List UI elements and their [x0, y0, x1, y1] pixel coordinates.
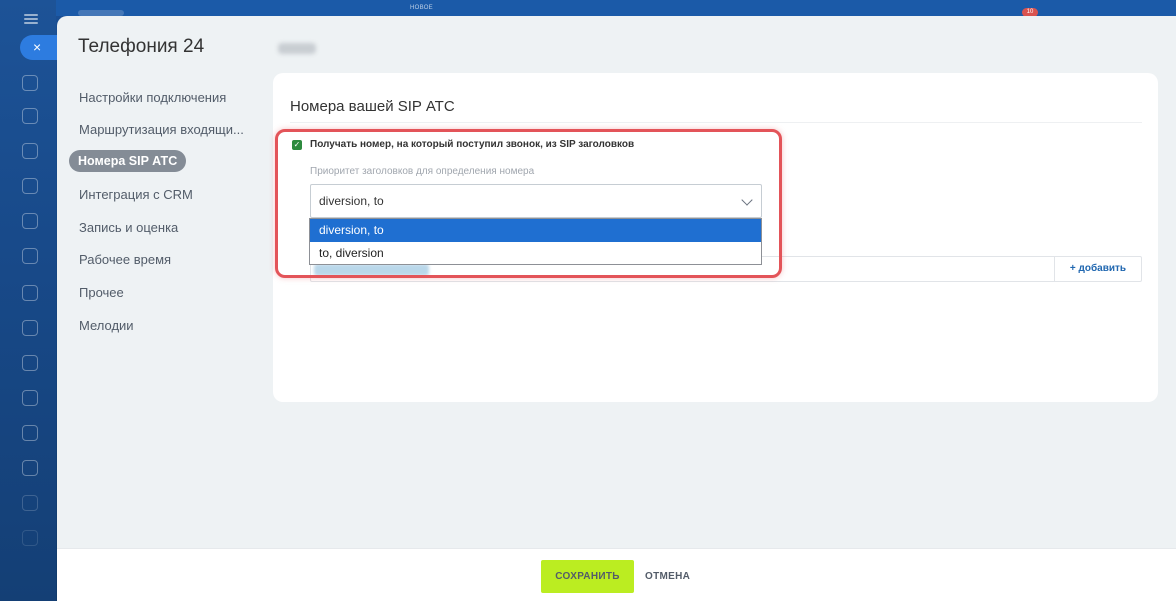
menu-item-connection-settings[interactable]: Настройки подключения	[69, 86, 236, 109]
blurred-subtitle	[278, 43, 316, 54]
top-bar-label: НОВОЕ	[410, 5, 433, 11]
left-icon-bar	[0, 0, 56, 601]
settings-icon[interactable]	[22, 495, 38, 511]
hamburger-menu-icon[interactable]	[24, 14, 38, 24]
chevron-down-icon	[741, 194, 753, 206]
header-priority-select[interactable]: diversion, to	[310, 184, 762, 218]
card-title: Номера вашей SIP АТС	[290, 98, 455, 115]
menu-item-melodies[interactable]: Мелодии	[69, 314, 144, 337]
menu-item-incoming-routing[interactable]: Маршрутизация входящи...	[69, 118, 254, 141]
help-icon[interactable]	[22, 530, 38, 546]
dropdown-option-to-diversion[interactable]: to, diversion	[310, 242, 761, 265]
sip-headers-checkbox-label[interactable]: Получать номер, на который поступил звон…	[310, 139, 634, 150]
feed-icon[interactable]	[22, 75, 38, 91]
menu-item-crm-integration[interactable]: Интеграция с CRM	[69, 183, 203, 206]
menu-item-other[interactable]: Прочее	[69, 281, 134, 304]
top-bar: НОВОЕ 10	[0, 0, 1176, 17]
mail-icon[interactable]	[22, 355, 38, 371]
card-divider	[290, 122, 1142, 123]
header-priority-label: Приоритет заголовков для определения ном…	[310, 166, 535, 177]
dropdown-option-diversion-to[interactable]: diversion, to	[310, 219, 761, 242]
calendar-icon[interactable]	[22, 213, 38, 229]
menu-item-sip-numbers[interactable]: Номера SIP АТС	[69, 150, 187, 172]
menu-item-recording[interactable]: Запись и оценка	[69, 216, 188, 239]
header-priority-select-value: diversion, to	[319, 194, 384, 208]
add-number-button[interactable]: + добавить	[1054, 257, 1141, 281]
settings-slider: Телефония 24 Настройки подключения Маршр…	[57, 16, 1176, 601]
checklist-icon[interactable]	[22, 425, 38, 441]
filter-icon[interactable]	[22, 460, 38, 476]
sip-headers-checkbox-row: ✓ Получать номер, на который поступил зв…	[292, 139, 634, 150]
blurred-sip-number	[314, 264, 429, 276]
header-priority-dropdown: diversion, to to, diversion	[309, 218, 762, 265]
cancel-button[interactable]: ОТМЕНА	[645, 560, 690, 593]
sites-icon[interactable]	[22, 285, 38, 301]
page-title: Телефония 24	[78, 36, 205, 57]
menu-item-working-hours[interactable]: Рабочее время	[69, 248, 181, 271]
sip-headers-checkbox[interactable]: ✓	[292, 139, 302, 150]
crm-icon[interactable]	[22, 178, 38, 194]
tasks-icon[interactable]	[22, 143, 38, 159]
documents-icon[interactable]	[22, 248, 38, 264]
sip-numbers-card: Номера вашей SIP АТС ✓ Получать номер, н…	[273, 73, 1158, 402]
contacts-icon[interactable]	[22, 390, 38, 406]
footer-bar: СОХРАНИТЬ ОТМЕНА	[57, 548, 1176, 601]
save-button[interactable]: СОХРАНИТЬ	[541, 560, 634, 593]
close-slider-button[interactable]: ×	[20, 35, 58, 60]
shop-icon[interactable]	[22, 320, 38, 336]
chat-icon[interactable]	[22, 108, 38, 124]
